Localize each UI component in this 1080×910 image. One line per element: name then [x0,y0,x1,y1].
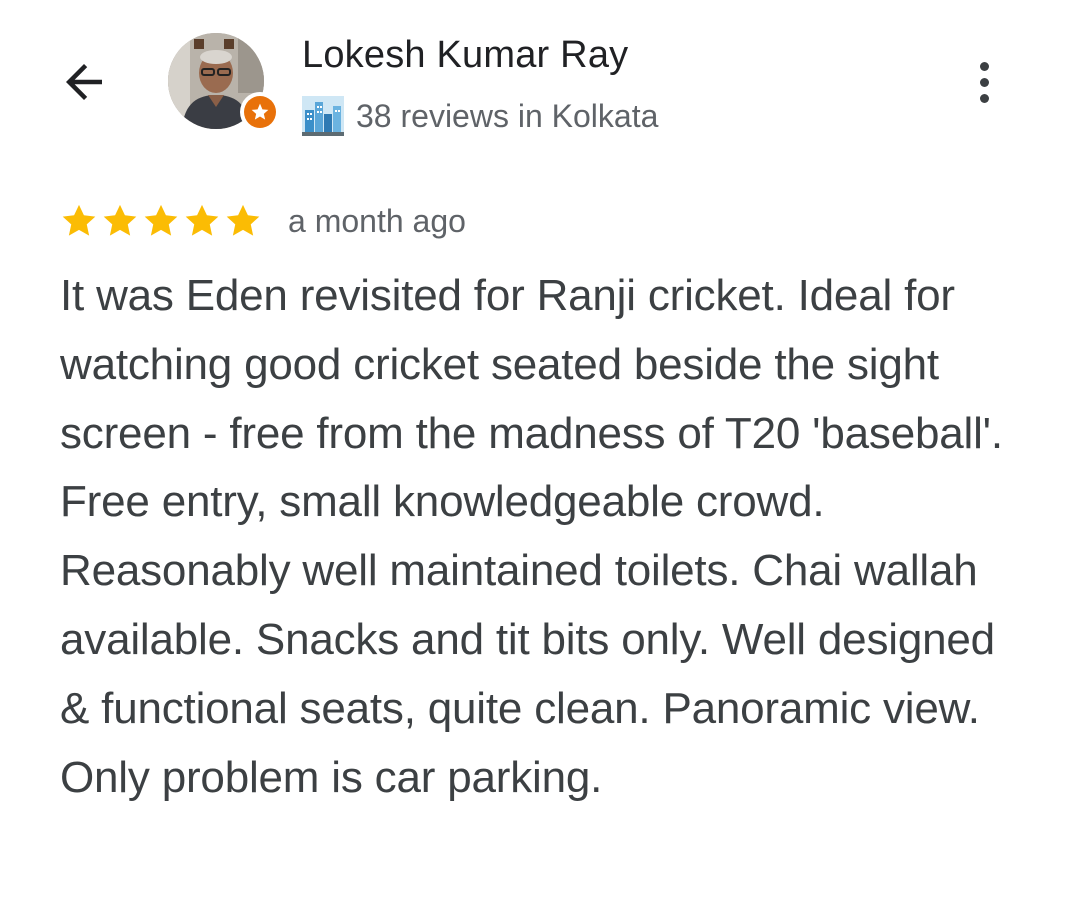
more-vert-icon [979,61,989,71]
local-guide-star-icon [251,103,269,120]
cityscape-icon [302,96,344,136]
review-count-location: 38 reviews in Kolkata [356,97,659,134]
more-options-button[interactable] [956,54,1012,110]
review-text: It was Eden revisited for Ranji cricket.… [60,271,1003,802]
review-time: a month ago [288,202,466,239]
review-header: Lokesh Kumar Ray 38 reviews in Kolkata [0,0,1080,160]
rating-row: a month ago [60,196,466,246]
star-icon [185,204,219,236]
star-icon [62,204,96,236]
arrow-left-icon [66,64,102,100]
more-vert-dot [979,77,989,87]
reviewer-name[interactable]: Lokesh Kumar Ray [302,34,628,77]
reviewer-avatar-group[interactable] [168,33,280,133]
reviewer-meta[interactable]: 38 reviews in Kolkata [302,94,658,138]
local-guide-badge [240,92,280,132]
star-icon [103,204,137,236]
back-button[interactable] [52,50,116,114]
more-vert-dot [979,93,989,103]
star-rating [60,202,262,240]
star-icon [226,204,260,236]
star-icon [144,204,178,236]
